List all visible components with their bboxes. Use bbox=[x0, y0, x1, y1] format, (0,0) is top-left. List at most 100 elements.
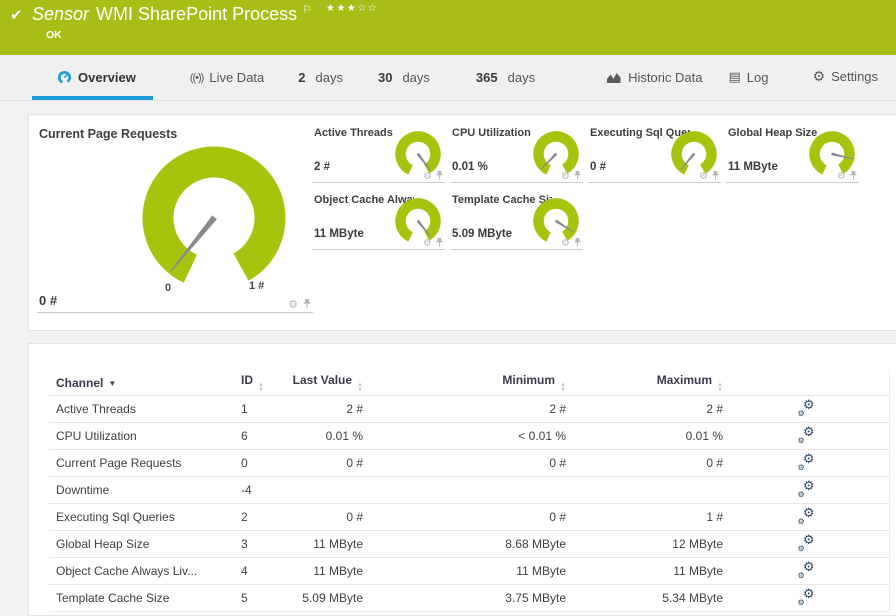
header-channel-label: Channel bbox=[56, 375, 104, 390]
cell-id: -4 bbox=[241, 483, 252, 497]
cell-last-value: 11 MByte bbox=[313, 564, 363, 578]
cell-channel[interactable]: Global Heap Size bbox=[49, 537, 241, 551]
channel-settings-gears-icon[interactable]: ⚙ ⚙ bbox=[798, 505, 815, 526]
cell-channel[interactable]: Executing Sql Queries bbox=[49, 510, 241, 524]
pin-icon[interactable] bbox=[573, 238, 582, 248]
tab-live-data[interactable]: ((•)) Live Data bbox=[180, 70, 278, 100]
pin-icon[interactable] bbox=[302, 299, 312, 310]
pin-icon[interactable] bbox=[573, 171, 582, 181]
cell-channel[interactable]: Current Page Requests bbox=[49, 456, 241, 470]
channel-table: Channel ▼ ID ▲ ▼ Last Value ▲ ▼ Minimum ▲ ▼ Max… bbox=[49, 370, 890, 612]
mini-gauge-global-heap-size: Global Heap Size 11 MByte ⚙ bbox=[726, 125, 859, 183]
gauge-settings-gear-icon[interactable]: ⚙ bbox=[423, 171, 432, 181]
cell-id: 5 bbox=[241, 591, 248, 605]
channel-settings-gears-icon[interactable]: ⚙ ⚙ bbox=[798, 451, 815, 472]
area-chart-icon bbox=[607, 71, 622, 84]
mini-gauge-executing-sql-queries: Executing Sql Queries 0 # ⚙ bbox=[588, 125, 721, 183]
mini-gauge-value: 5.09 MByte bbox=[452, 228, 513, 240]
header-last-value[interactable]: Last Value ▲ ▼ bbox=[286, 373, 363, 392]
tab-30-days-label: days bbox=[402, 70, 430, 85]
tab-historic-data[interactable]: Historic Data bbox=[597, 70, 716, 100]
mini-gauge-grid: Active Threads 2 # ⚙ CPU Utilization 0.0… bbox=[312, 125, 859, 250]
gauge-settings-gear-icon[interactable]: ⚙ bbox=[561, 238, 570, 248]
priority-stars[interactable]: ★★★☆☆ bbox=[326, 3, 378, 14]
pin-icon[interactable] bbox=[435, 238, 444, 248]
tab-2-days-number: 2 bbox=[298, 70, 306, 85]
table-row: Downtime -4 ⚙ ⚙ bbox=[49, 477, 889, 504]
tab-log[interactable]: ▤ Log bbox=[719, 69, 783, 100]
cell-maximum: 1 # bbox=[706, 510, 723, 524]
cell-channel[interactable]: Downtime bbox=[49, 483, 241, 497]
channel-settings-gears-icon[interactable]: ⚙ ⚙ bbox=[798, 532, 815, 553]
cell-channel[interactable]: Object Cache Always Liv... bbox=[49, 564, 241, 578]
live-data-icon: ((•)) bbox=[189, 71, 204, 84]
cell-last-value: 0 # bbox=[346, 456, 363, 470]
status-badge: OK bbox=[46, 29, 62, 41]
channel-settings-gears-icon[interactable]: ⚙ ⚙ bbox=[798, 559, 815, 580]
pin-icon[interactable] bbox=[435, 171, 444, 181]
table-row: Object Cache Always Liv... 4 11 MByte 11… bbox=[49, 558, 889, 585]
cell-channel[interactable]: CPU Utilization bbox=[49, 429, 241, 443]
cell-id: 1 bbox=[241, 402, 248, 416]
cell-maximum: 0 # bbox=[706, 456, 723, 470]
tab-settings-label: Settings bbox=[831, 69, 879, 84]
gauges-panel: Current Page Requests 0 1 # 0 # ⚙ Active… bbox=[28, 114, 896, 331]
tab-365-days-label: days bbox=[507, 70, 536, 85]
gauge-settings-gear-icon[interactable]: ⚙ bbox=[423, 238, 432, 248]
channel-settings-gears-icon[interactable]: ⚙ ⚙ bbox=[798, 424, 815, 445]
cell-minimum: 8.68 MByte bbox=[505, 537, 566, 551]
cell-minimum: 3.75 MByte bbox=[505, 591, 566, 605]
tab-30-days-number: 30 bbox=[377, 70, 393, 85]
mini-gauge-value: 0.01 % bbox=[452, 161, 488, 173]
primary-gauge[interactable] bbox=[129, 133, 299, 303]
channel-settings-gears-icon[interactable]: ⚙ ⚙ bbox=[798, 586, 815, 607]
header-id-label: ID bbox=[241, 373, 253, 387]
tab-365-days[interactable]: 365 days bbox=[466, 70, 549, 100]
tab-2-days-label: days bbox=[315, 70, 343, 85]
settings-gear-icon: ⚙ bbox=[812, 68, 826, 84]
header-minimum-label: Minimum bbox=[502, 373, 556, 387]
cell-channel[interactable]: Template Cache Size bbox=[49, 591, 241, 605]
table-header-row: Channel ▼ ID ▲ ▼ Last Value ▲ ▼ Minimum ▲ ▼ Max… bbox=[49, 370, 889, 396]
gauge-settings-gear-icon[interactable]: ⚙ bbox=[837, 171, 846, 181]
gauge-settings-gear-icon[interactable]: ⚙ bbox=[288, 299, 298, 310]
primary-gauge-tile: Current Page Requests 0 1 # 0 # ⚙ bbox=[37, 125, 313, 313]
cell-minimum: < 0.01 % bbox=[518, 429, 566, 443]
pin-icon[interactable] bbox=[711, 171, 720, 181]
table-row: Global Heap Size 3 11 MByte 8.68 MByte 1… bbox=[49, 531, 889, 558]
mini-gauge-title: Active Threads bbox=[314, 127, 393, 139]
channel-settings-gears-icon[interactable]: ⚙ ⚙ bbox=[798, 478, 815, 499]
stars-empty: ☆☆ bbox=[357, 3, 379, 14]
channel-settings-gears-icon[interactable]: ⚙ ⚙ bbox=[798, 397, 815, 418]
cell-maximum: 5.34 MByte bbox=[662, 591, 723, 605]
header-channel[interactable]: Channel ▼ bbox=[49, 376, 241, 390]
flag-icon[interactable]: ⚐ bbox=[302, 4, 312, 16]
pin-icon[interactable] bbox=[849, 171, 858, 181]
cell-last-value: 0.01 % bbox=[325, 429, 363, 443]
cell-channel[interactable]: Active Threads bbox=[49, 402, 241, 416]
sort-both-icon: ▲ ▼ bbox=[258, 382, 264, 393]
cell-last-value: 0 # bbox=[346, 510, 363, 524]
tab-overview[interactable]: Overview bbox=[32, 70, 153, 100]
gauge-settings-gear-icon[interactable]: ⚙ bbox=[699, 171, 708, 181]
sort-both-icon: ▲ ▼ bbox=[717, 382, 723, 393]
header-minimum[interactable]: Minimum ▲ ▼ bbox=[363, 373, 566, 392]
mini-gauge-value: 0 # bbox=[590, 161, 606, 173]
primary-gauge-scale-min: 0 bbox=[165, 282, 172, 294]
cell-last-value: 5.09 MByte bbox=[302, 591, 363, 605]
gauge-settings-gear-icon[interactable]: ⚙ bbox=[561, 171, 570, 181]
tab-2-days[interactable]: 2 days bbox=[288, 70, 357, 100]
sort-desc-icon: ▼ bbox=[108, 378, 117, 388]
tab-30-days[interactable]: 30 days bbox=[368, 70, 444, 100]
header-id[interactable]: ID ▲ ▼ bbox=[241, 373, 286, 392]
mini-gauge-cpu-utilization: CPU Utilization 0.01 % ⚙ bbox=[450, 125, 583, 183]
mini-gauge-value: 11 MByte bbox=[314, 228, 364, 240]
tab-settings[interactable]: ⚙ Settings bbox=[803, 68, 893, 100]
tab-overview-label: Overview bbox=[78, 70, 136, 85]
primary-gauge-value: 0 # bbox=[39, 293, 58, 308]
mini-gauge-title: Global Heap Size bbox=[728, 127, 818, 139]
sensor-title-line: Sensor WMI SharePoint Process ⚐ ★★★☆☆ bbox=[32, 3, 378, 25]
cell-minimum: 0 # bbox=[549, 510, 566, 524]
tab-log-label: Log bbox=[746, 69, 769, 85]
header-maximum[interactable]: Maximum ▲ ▼ bbox=[566, 373, 723, 392]
